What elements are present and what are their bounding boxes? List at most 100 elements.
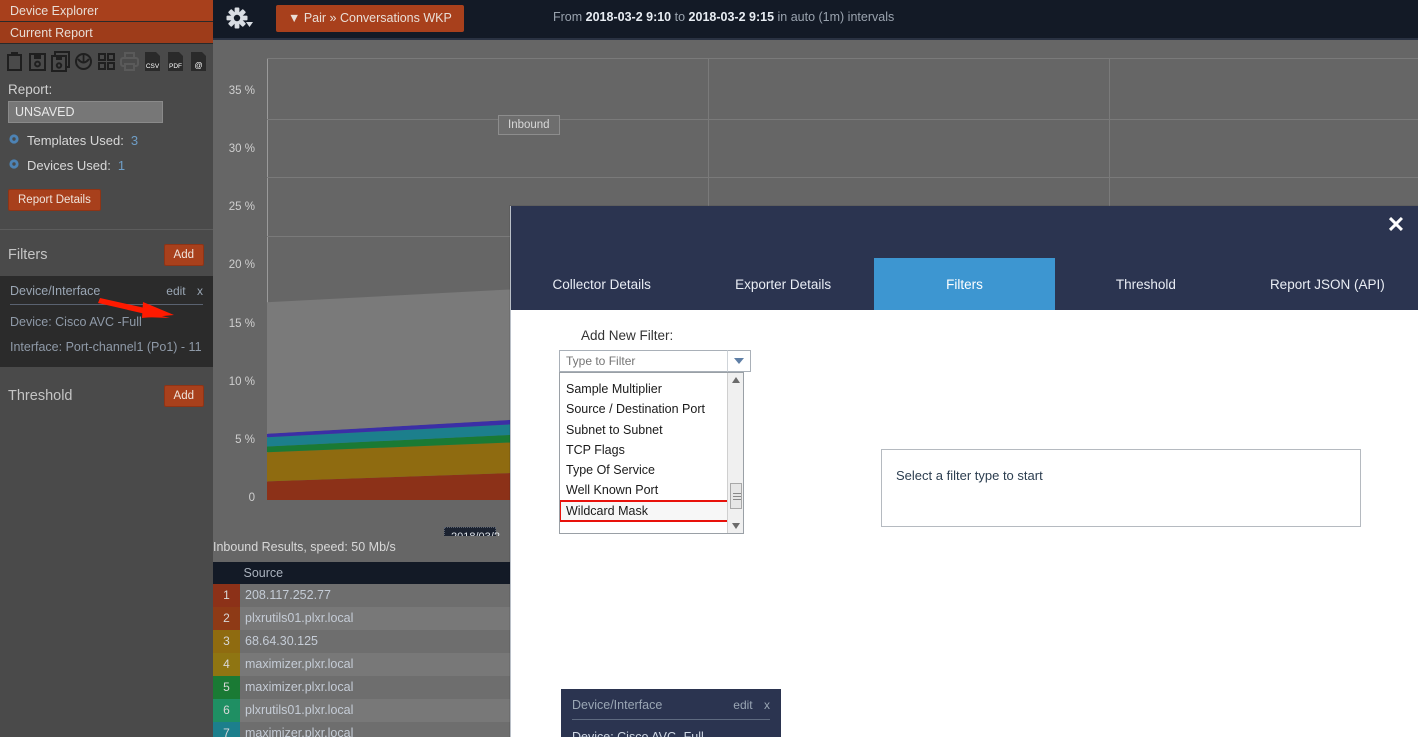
column-header-source: Source <box>243 566 284 580</box>
chart-gridline <box>267 119 1418 120</box>
red-arrow-annotation <box>98 298 174 318</box>
devices-used-row: Devices Used: 1 <box>0 148 213 173</box>
trash-icon[interactable] <box>5 51 24 72</box>
dropdown-options-list: ProtocolSample MultiplierSource / Destin… <box>560 373 729 523</box>
svg-text:@: @ <box>194 61 202 70</box>
modal-body: Add New Filter: ProtocolSample Multiplie… <box>511 310 1418 737</box>
pdf-export-icon[interactable]: PDF <box>166 51 185 72</box>
chart-y-tick: 25 % <box>228 201 255 214</box>
modal-tab-threshold[interactable]: Threshold <box>1055 258 1236 310</box>
dropdown-option-wildcard-mask[interactable]: Wildcard Mask <box>560 499 729 523</box>
gear-icon <box>8 133 20 148</box>
range-suffix: in auto (1m) intervals <box>777 10 895 24</box>
modal-tab-exporter-details[interactable]: Exporter Details <box>692 258 873 310</box>
modal-filter-card-device: Device: Cisco AVC -Full <box>572 730 704 737</box>
dropdown-option-well-known-port[interactable]: Well Known Port <box>560 480 728 500</box>
filter-card-interface: Interface: Port-channel1 (Po1) - 11 <box>10 340 202 354</box>
filter-card-remove-link[interactable]: x <box>197 284 203 298</box>
print-icon[interactable] <box>120 51 139 72</box>
scroll-up-icon[interactable] <box>728 373 743 387</box>
csv-export-icon[interactable]: CSV <box>143 51 162 72</box>
threshold-title: Threshold <box>8 388 73 404</box>
schedule-clock-icon[interactable] <box>74 51 93 72</box>
dropdown-option-type-of-service[interactable]: Type Of Service <box>560 460 728 480</box>
table-row-rank: 1 <box>213 584 240 607</box>
filter-type-dropdown[interactable]: ProtocolSample MultiplierSource / Destin… <box>559 372 744 534</box>
templates-used-label: Templates Used: <box>27 133 124 148</box>
scroll-down-icon[interactable] <box>728 519 743 533</box>
filter-type-select[interactable] <box>559 350 751 372</box>
date-range-display[interactable]: From 2018-03-2 9:10 to 2018-03-2 9:15 in… <box>553 10 894 24</box>
modal-header: ✕ <box>511 206 1418 258</box>
save-icon[interactable] <box>28 51 47 72</box>
filter-config-placeholder-text: Select a filter type to start <box>896 468 1043 483</box>
chart-y-tick: 0 <box>248 492 255 504</box>
chart-y-tick: 10 % <box>228 375 255 388</box>
table-cell-source: maximizer.plxr.local <box>245 726 354 737</box>
modal-tab-filters[interactable]: Filters <box>873 258 1056 310</box>
gear-icon <box>8 158 20 173</box>
sidebar-filter-card: Device/Interface edit x Device: Cisco AV… <box>0 276 213 367</box>
sidebar-tab-current-report[interactable]: Current Report <box>0 22 213 44</box>
table-cell-source: plxrutils01.plxr.local <box>245 611 354 625</box>
templates-used-row: Templates Used: 3 <box>0 123 213 148</box>
chart-y-tick: 5 % <box>235 433 255 446</box>
scrollbar-thumb[interactable] <box>730 483 742 509</box>
dropdown-option-sample-multiplier[interactable]: Sample Multiplier <box>560 379 728 399</box>
dropdown-scrollbar[interactable] <box>727 373 743 533</box>
threshold-add-button[interactable]: Add <box>163 385 204 407</box>
table-cell-source: maximizer.plxr.local <box>245 657 354 671</box>
sidebar-tab-device-explorer[interactable]: Device Explorer <box>0 0 213 22</box>
modal-filter-card-edit-link[interactable]: edit <box>733 698 752 712</box>
email-export-icon[interactable]: @ <box>189 51 208 72</box>
breadcrumb[interactable]: ▼ Pair » Conversations WKP <box>276 5 464 32</box>
table-cell-source: 208.117.252.77 <box>245 588 331 602</box>
range-prefix: From <box>553 10 583 24</box>
modal-filter-card-remove-link[interactable]: x <box>764 698 770 712</box>
chart-y-tick: 30 % <box>228 143 255 156</box>
dropdown-option-tcp-flags[interactable]: TCP Flags <box>560 440 728 460</box>
filters-add-button[interactable]: Add <box>163 244 204 266</box>
range-mid: to <box>674 10 686 24</box>
add-new-filter-label: Add New Filter: <box>581 328 674 343</box>
table-cell-source: plxrutils01.plxr.local <box>245 703 354 717</box>
chart-gridline <box>267 58 1418 59</box>
top-bar-underline <box>213 38 1418 40</box>
report-details-button[interactable]: Report Details <box>8 189 101 211</box>
filter-config-panel: Select a filter type to start <box>881 449 1361 527</box>
top-bar: ▼ Pair » Conversations WKP From 2018-03-… <box>213 0 1418 38</box>
table-row-rank: 3 <box>213 630 240 653</box>
chart-gridline <box>267 177 1418 178</box>
modal-filter-card-title: Device/Interface <box>572 698 663 712</box>
table-row-rank: 4 <box>213 653 240 676</box>
devices-used-label: Devices Used: <box>27 158 111 173</box>
chart-x-axis-label: 2018/03/29:11 <box>444 527 500 536</box>
dropdown-option-source-destination-port[interactable]: Source / Destination Port <box>560 399 728 419</box>
table-row-rank: 6 <box>213 699 240 722</box>
report-name-input[interactable] <box>8 101 163 123</box>
table-cell-source: 68.64.30.125 <box>245 634 318 648</box>
close-icon[interactable]: ✕ <box>1384 214 1408 238</box>
modal-tab-collector-details[interactable]: Collector Details <box>511 258 692 310</box>
chart-y-tick: 15 % <box>228 317 255 330</box>
threshold-section-header: Threshold Add <box>0 367 213 407</box>
filters-section-header: Filters Add <box>0 230 213 266</box>
table-row-rank: 5 <box>213 676 240 699</box>
dashboard-grid-icon[interactable] <box>97 51 116 72</box>
svg-text:CSV: CSV <box>146 63 160 70</box>
modal-tab-bar: Collector Details Exporter Details Filters… <box>511 258 1418 310</box>
svg-text:PDF: PDF <box>169 63 182 70</box>
sidebar: Device Explorer Current Report CSV PDF @… <box>0 0 213 737</box>
chevron-down-icon[interactable] <box>727 350 751 372</box>
modal-tab-report-json-api[interactable]: Report JSON (API) <box>1237 258 1418 310</box>
chart-y-tick: 35 % <box>228 84 255 97</box>
filter-card-title: Device/Interface <box>10 284 101 298</box>
filter-type-input[interactable] <box>559 350 751 372</box>
chart-y-tick: 20 % <box>228 259 255 272</box>
dropdown-option-subnet-to-subnet[interactable]: Subnet to Subnet <box>560 420 728 440</box>
range-end: 2018-03-2 9:15 <box>688 10 775 24</box>
devices-used-value: 1 <box>117 158 126 173</box>
save-as-icon[interactable] <box>51 50 70 72</box>
templates-used-value: 3 <box>130 133 139 148</box>
gear-icon[interactable] <box>223 5 259 33</box>
